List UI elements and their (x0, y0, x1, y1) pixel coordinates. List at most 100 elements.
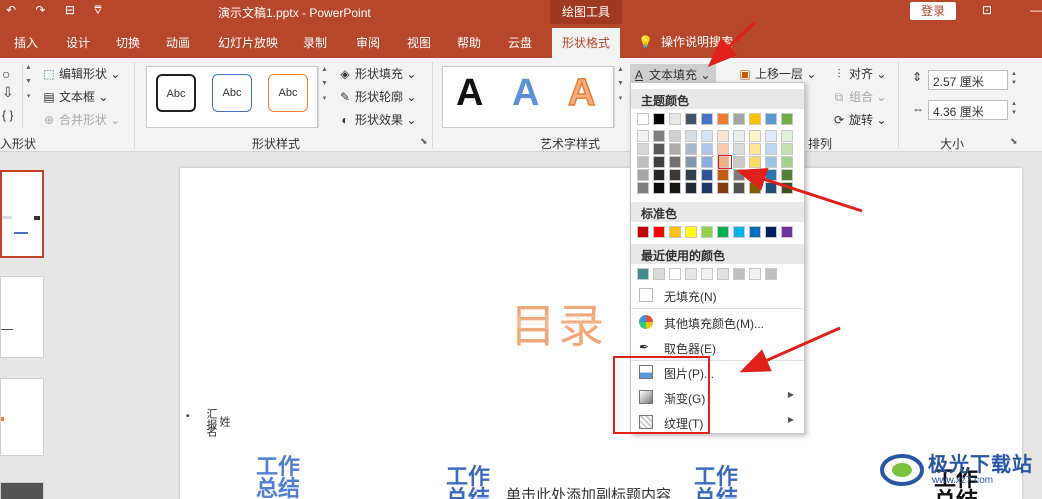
slide-thumbnail-2[interactable] (0, 276, 44, 358)
tab-view[interactable]: 视图 (407, 34, 431, 51)
undo-icon[interactable]: ↶ (6, 3, 16, 17)
shape-styles-scroll[interactable]: ▲ ▼ ▾ (318, 66, 330, 128)
tab-transitions[interactable]: 切换 (116, 34, 140, 51)
theme-color-swatch[interactable] (669, 113, 681, 125)
theme-shade-swatch[interactable] (733, 130, 745, 142)
theme-color-swatch[interactable] (765, 113, 777, 125)
merge-shapes-button[interactable]: ⊕ 合并形状 ⌄ (42, 111, 120, 128)
standard-color-swatch[interactable] (733, 226, 745, 238)
slide-thumbnail-1[interactable] (0, 170, 44, 258)
theme-color-swatch[interactable] (749, 113, 761, 125)
surname-text[interactable]: 姓 (216, 416, 232, 427)
rotate-button[interactable]: ⟳ 旋转 ⌄ (832, 111, 886, 128)
theme-color-swatch[interactable] (781, 113, 793, 125)
ribbon-display-icon[interactable]: ⊡ (982, 3, 992, 17)
shape-fill-button[interactable]: ◈ 形状填充 ⌄ (338, 65, 416, 82)
tab-help[interactable]: 帮助 (457, 34, 481, 51)
theme-shade-swatch[interactable] (701, 156, 713, 168)
standard-color-swatch[interactable] (637, 226, 649, 238)
theme-shade-swatch[interactable] (749, 156, 761, 168)
tab-review[interactable]: 审阅 (356, 34, 380, 51)
theme-shade-swatch[interactable] (653, 143, 665, 155)
theme-shade-swatch[interactable] (781, 143, 793, 155)
theme-shade-swatch[interactable] (781, 156, 793, 168)
tab-record[interactable]: 录制 (303, 34, 327, 51)
theme-shade-swatch[interactable] (765, 169, 777, 181)
recent-color-swatch[interactable] (685, 268, 697, 280)
group-button[interactable]: ⧉ 组合 ⌄ (832, 88, 887, 105)
theme-color-swatch[interactable] (733, 113, 745, 125)
theme-shade-swatch[interactable] (765, 143, 777, 155)
wordart-item-3[interactable]: 工作总结 (690, 466, 742, 499)
theme-shade-swatch[interactable] (781, 130, 793, 142)
width-spinner[interactable]: ▲ ▼ (1008, 100, 1020, 120)
minimize-icon[interactable]: — (1030, 3, 1042, 17)
shape-style-blue[interactable]: Abc (212, 74, 252, 112)
oval-shape-icon[interactable]: ○ (2, 66, 10, 82)
slide-thumbnail-4[interactable] (0, 482, 44, 499)
theme-shade-swatch[interactable] (685, 156, 697, 168)
theme-shade-swatch[interactable] (653, 169, 665, 181)
theme-shade-swatch[interactable] (749, 182, 761, 194)
subtitle-placeholder[interactable]: 单击此处添加副标题内容 (506, 484, 671, 499)
theme-shade-swatch[interactable] (701, 182, 713, 194)
standard-color-swatch[interactable] (717, 226, 729, 238)
standard-color-swatch[interactable] (749, 226, 761, 238)
shapes-gallery-scroll[interactable]: ▲ ▼ ▾ (22, 64, 34, 128)
more-colors-item[interactable]: 其他填充颜色(M)... (631, 310, 804, 334)
redo-icon[interactable]: ↷ (35, 3, 45, 17)
theme-shade-swatch[interactable] (717, 130, 729, 142)
shape-style-black[interactable]: Abc (156, 74, 196, 112)
theme-shade-swatch[interactable] (669, 182, 681, 194)
no-fill-item[interactable]: 无填充(N) (631, 283, 804, 307)
theme-shade-swatch[interactable] (733, 182, 745, 194)
theme-shade-swatch[interactable] (637, 169, 649, 181)
theme-shade-swatch[interactable] (749, 143, 761, 155)
theme-color-swatch[interactable] (637, 113, 649, 125)
wordart-style-orange[interactable]: A (567, 71, 596, 115)
theme-shade-swatch[interactable] (653, 156, 665, 168)
theme-shade-swatch[interactable] (637, 143, 649, 155)
theme-shade-swatch[interactable] (781, 182, 793, 194)
theme-shade-swatch[interactable] (749, 130, 761, 142)
recent-color-swatch[interactable] (733, 268, 745, 280)
recent-color-swatch[interactable] (701, 268, 713, 280)
theme-shade-swatch[interactable] (653, 182, 665, 194)
theme-shade-swatch[interactable] (637, 156, 649, 168)
recent-color-swatch[interactable] (637, 268, 649, 280)
text-fill-button[interactable]: A 文本填充 ⌄ (630, 64, 716, 84)
slide-thumbnail-3[interactable] (0, 378, 44, 456)
wordart-scroll[interactable]: ▲ ▼ ▾ (614, 66, 626, 128)
theme-shade-swatch[interactable] (669, 156, 681, 168)
login-button[interactable]: 登录 (910, 2, 956, 20)
recent-color-swatch[interactable] (749, 268, 761, 280)
theme-shade-swatch[interactable] (733, 169, 745, 181)
wordart-style-blue[interactable]: A (512, 72, 539, 115)
theme-color-swatch[interactable] (717, 113, 729, 125)
edit-shape-button[interactable]: ⬚ 编辑形状 ⌄ (42, 65, 120, 82)
height-spinner[interactable]: ▲ ▼ (1008, 70, 1020, 90)
present-icon[interactable]: ⊟ (65, 3, 75, 17)
tab-design[interactable]: 设计 (66, 34, 90, 51)
theme-shade-swatch[interactable] (685, 169, 697, 181)
theme-shade-swatch[interactable] (701, 143, 713, 155)
theme-color-swatch[interactable] (701, 113, 713, 125)
theme-shade-swatch[interactable] (685, 143, 697, 155)
bracket-shape-icon[interactable]: { } (2, 108, 13, 122)
shape-effects-button[interactable]: ◐ 形状效果 ⌄ (338, 111, 416, 128)
theme-shade-swatch[interactable] (765, 130, 777, 142)
theme-shade-swatch[interactable] (733, 143, 745, 155)
reporter-name-text[interactable]: 名 (203, 426, 219, 437)
arrow-shape-icon[interactable]: ⇩ (2, 84, 14, 101)
tab-insert[interactable]: 插入 (14, 34, 38, 51)
width-input[interactable]: 4.36 厘米 (928, 100, 1008, 120)
theme-shade-swatch[interactable] (717, 143, 729, 155)
shape-styles-launcher-icon[interactable]: ⬊ (420, 136, 428, 147)
textbox-button[interactable]: ▤ 文本框 ⌄ (42, 88, 108, 105)
theme-shade-swatch[interactable] (749, 169, 761, 181)
tab-cloud[interactable]: 云盘 (508, 34, 532, 51)
wordart-style-black[interactable]: A (456, 72, 483, 115)
standard-color-swatch[interactable] (701, 226, 713, 238)
theme-shade-swatch[interactable] (685, 130, 697, 142)
theme-shade-swatch[interactable] (717, 182, 729, 194)
